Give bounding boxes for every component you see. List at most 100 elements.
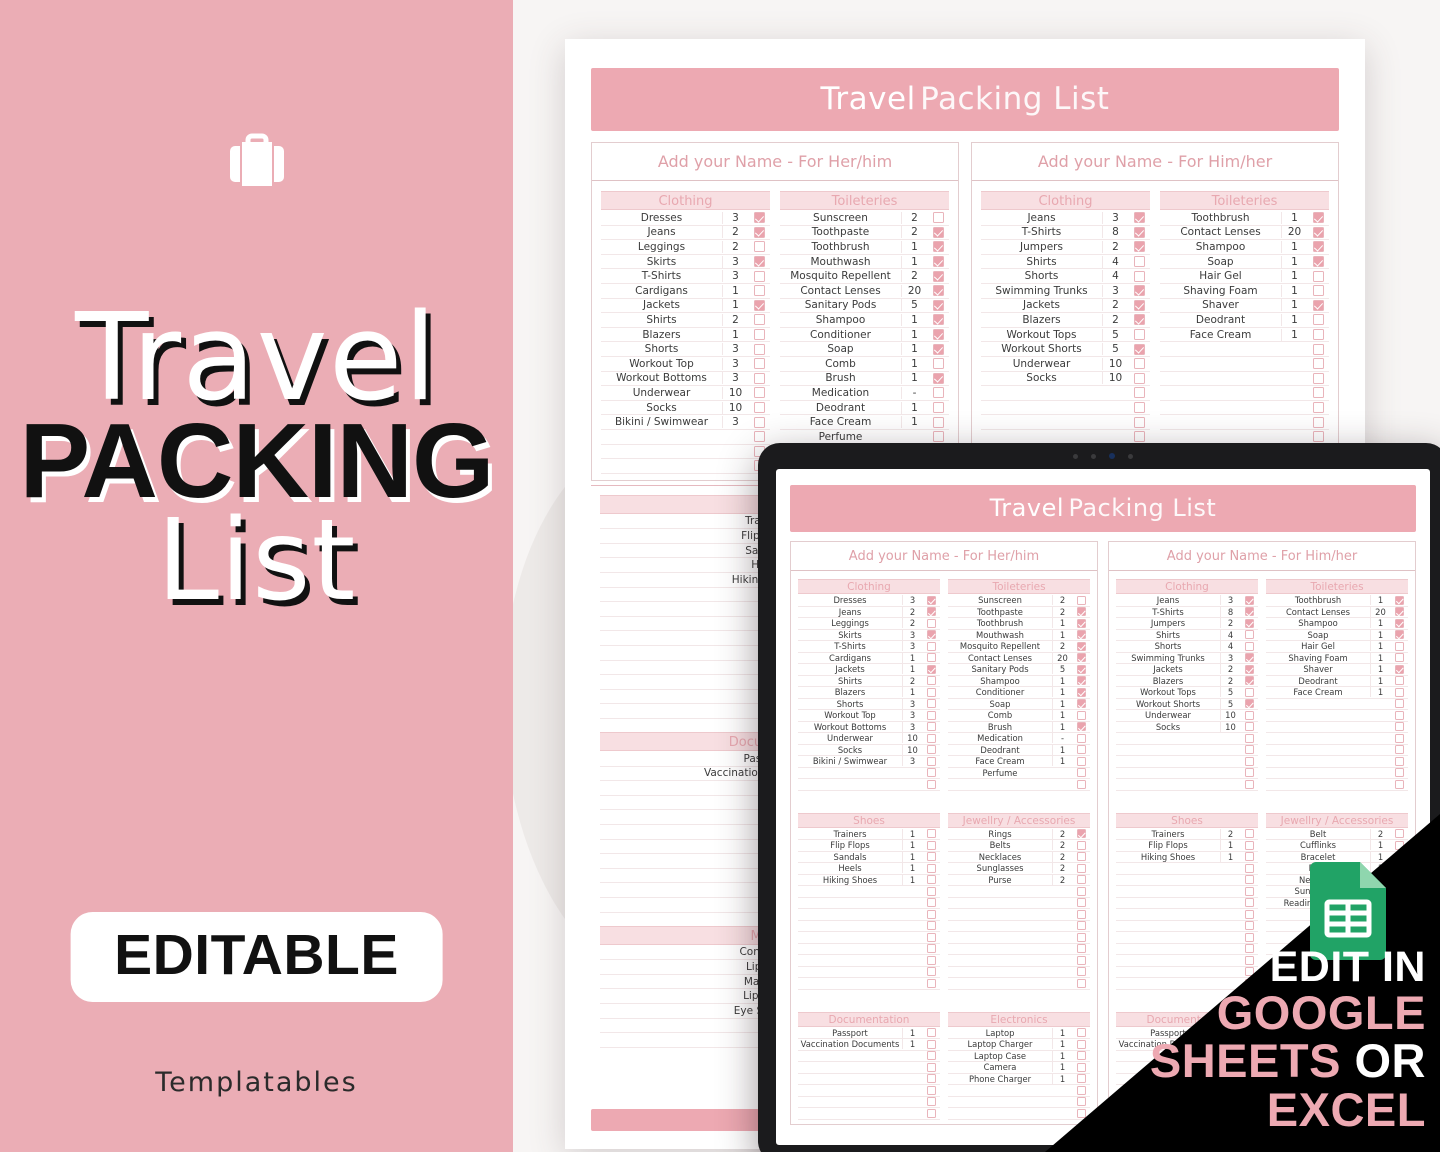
checkbox-checked-icon[interactable] bbox=[753, 226, 765, 238]
checkbox-icon[interactable] bbox=[926, 779, 936, 789]
item-row[interactable] bbox=[798, 886, 940, 898]
item-row[interactable] bbox=[1116, 745, 1258, 756]
item-row[interactable]: Soap 1 bbox=[780, 342, 949, 357]
checkbox-checked-icon[interactable] bbox=[1312, 299, 1324, 311]
checkbox-icon[interactable] bbox=[926, 1039, 936, 1049]
item-row[interactable]: Blazers 1 bbox=[798, 687, 940, 699]
item-row[interactable]: Contact Lenses 20 bbox=[1266, 606, 1408, 618]
item-row[interactable]: T-Shirts 3 bbox=[798, 641, 940, 653]
item-checkbox-cell[interactable] bbox=[922, 1051, 940, 1061]
item-row[interactable]: Trainers 1 bbox=[798, 828, 940, 840]
item-row[interactable]: Socks 10 bbox=[798, 744, 940, 756]
item-row[interactable]: Jeans 2 bbox=[601, 226, 770, 241]
item-checkbox-cell[interactable] bbox=[1128, 314, 1150, 326]
item-checkbox-cell[interactable] bbox=[1307, 358, 1329, 370]
item-checkbox-cell[interactable] bbox=[748, 329, 770, 341]
item-checkbox-cell[interactable] bbox=[1128, 256, 1150, 268]
item-checkbox-cell[interactable] bbox=[748, 402, 770, 414]
item-checkbox-cell[interactable] bbox=[1072, 607, 1090, 617]
checkbox-checked-icon[interactable] bbox=[1394, 607, 1404, 617]
checkbox-icon[interactable] bbox=[1133, 387, 1145, 399]
checkbox-icon[interactable] bbox=[1133, 270, 1145, 282]
checkbox-checked-icon[interactable] bbox=[932, 270, 944, 282]
item-row[interactable] bbox=[1116, 733, 1258, 745]
checkbox-icon[interactable] bbox=[1394, 699, 1404, 709]
item-row[interactable]: Mosquito Repellent 2 bbox=[780, 269, 949, 284]
item-row[interactable]: Dresses 3 bbox=[798, 595, 940, 607]
item-row[interactable]: Mouthwash 1 bbox=[948, 629, 1090, 641]
checkbox-icon[interactable] bbox=[1394, 641, 1404, 651]
checkbox-icon[interactable] bbox=[926, 1074, 936, 1084]
item-row[interactable]: Contact Lenses 20 bbox=[948, 652, 1090, 664]
item-row[interactable]: T-Shirts 8 bbox=[1116, 606, 1258, 618]
checkbox-checked-icon[interactable] bbox=[1076, 630, 1086, 640]
item-checkbox-cell[interactable] bbox=[922, 768, 940, 778]
item-row[interactable]: Shaving Foam 1 bbox=[1160, 284, 1329, 299]
item-checkbox-cell[interactable] bbox=[922, 653, 940, 663]
checkbox-icon[interactable] bbox=[926, 840, 936, 850]
item-checkbox-cell[interactable] bbox=[922, 607, 940, 617]
checkbox-icon[interactable] bbox=[926, 967, 936, 977]
item-row[interactable]: Jeans 3 bbox=[981, 211, 1150, 226]
item-row[interactable]: T-Shirts 3 bbox=[601, 269, 770, 284]
item-row[interactable]: Bikini / Swimwear 3 bbox=[601, 415, 770, 430]
item-checkbox-cell[interactable] bbox=[922, 1097, 940, 1107]
item-row[interactable] bbox=[1160, 372, 1329, 387]
item-row[interactable]: Shorts 3 bbox=[601, 342, 770, 357]
checkbox-icon[interactable] bbox=[1394, 687, 1404, 697]
checkbox-icon[interactable] bbox=[753, 416, 765, 428]
checkbox-icon[interactable] bbox=[1244, 779, 1254, 789]
checkbox-icon[interactable] bbox=[1394, 733, 1404, 743]
item-row[interactable]: Workout Shorts 5 bbox=[1116, 698, 1258, 710]
item-row[interactable]: Jeans 2 bbox=[798, 606, 940, 618]
item-row[interactable]: Shaving Foam 1 bbox=[1266, 652, 1408, 664]
checkbox-checked-icon[interactable] bbox=[1244, 653, 1254, 663]
item-checkbox-cell[interactable] bbox=[1128, 299, 1150, 311]
checkbox-icon[interactable] bbox=[1244, 687, 1254, 697]
checkbox-icon[interactable] bbox=[1312, 431, 1324, 443]
item-row[interactable] bbox=[798, 1108, 940, 1120]
checkbox-icon[interactable] bbox=[753, 343, 765, 355]
item-row[interactable]: Perfume bbox=[948, 768, 1090, 779]
item-row[interactable] bbox=[1160, 342, 1329, 357]
checkbox-checked-icon[interactable] bbox=[1312, 241, 1324, 253]
item-row[interactable]: Jackets 1 bbox=[601, 299, 770, 314]
item-checkbox-cell[interactable] bbox=[927, 416, 949, 428]
item-row[interactable]: Contact Lenses 20 bbox=[1160, 226, 1329, 241]
item-checkbox-cell[interactable] bbox=[1390, 779, 1408, 789]
item-row[interactable]: Vaccination Documents1 bbox=[798, 1039, 940, 1051]
item-checkbox-cell[interactable] bbox=[922, 886, 940, 896]
name-input-field[interactable]: Add your Name - For Her/him bbox=[791, 542, 1097, 571]
item-row[interactable]: Medication - bbox=[948, 733, 1090, 745]
checkbox-icon[interactable] bbox=[926, 641, 936, 651]
item-checkbox-cell[interactable] bbox=[1072, 618, 1090, 628]
item-row[interactable]: Comb 1 bbox=[948, 710, 1090, 722]
checkbox-icon[interactable] bbox=[926, 1028, 936, 1038]
item-checkbox-cell[interactable] bbox=[1072, 710, 1090, 720]
item-row[interactable] bbox=[1266, 710, 1408, 722]
checkbox-icon[interactable] bbox=[1312, 329, 1324, 341]
item-row[interactable]: Shirts 4 bbox=[981, 255, 1150, 270]
checkbox-checked-icon[interactable] bbox=[1133, 314, 1145, 326]
item-checkbox-cell[interactable] bbox=[1128, 431, 1150, 443]
item-row[interactable]: Passport 1 bbox=[798, 1027, 940, 1039]
item-row[interactable]: Cardigans 1 bbox=[798, 652, 940, 664]
checkbox-icon[interactable] bbox=[926, 676, 936, 686]
checkbox-checked-icon[interactable] bbox=[1312, 226, 1324, 238]
item-row[interactable]: Sunscreen 2 bbox=[948, 595, 1090, 607]
item-checkbox-cell[interactable] bbox=[927, 299, 949, 311]
checkbox-checked-icon[interactable] bbox=[1244, 664, 1254, 674]
item-checkbox-cell[interactable] bbox=[922, 1085, 940, 1095]
checkbox-checked-icon[interactable] bbox=[1244, 618, 1254, 628]
item-checkbox-cell[interactable] bbox=[1072, 676, 1090, 686]
item-row[interactable]: Workout Bottoms 3 bbox=[601, 372, 770, 387]
item-row[interactable]: Jackets 2 bbox=[981, 299, 1150, 314]
item-row[interactable]: Blazers 2 bbox=[981, 313, 1150, 328]
item-checkbox-cell[interactable] bbox=[748, 256, 770, 268]
item-row[interactable]: Toothpaste 2 bbox=[780, 226, 949, 241]
item-row[interactable]: Toothbrush 1 bbox=[1160, 211, 1329, 226]
item-row[interactable]: Mosquito Repellent 2 bbox=[948, 641, 1090, 653]
item-checkbox-cell[interactable] bbox=[1128, 226, 1150, 238]
item-row[interactable]: Hair Gel 1 bbox=[1160, 269, 1329, 284]
checkbox-icon[interactable] bbox=[753, 270, 765, 282]
